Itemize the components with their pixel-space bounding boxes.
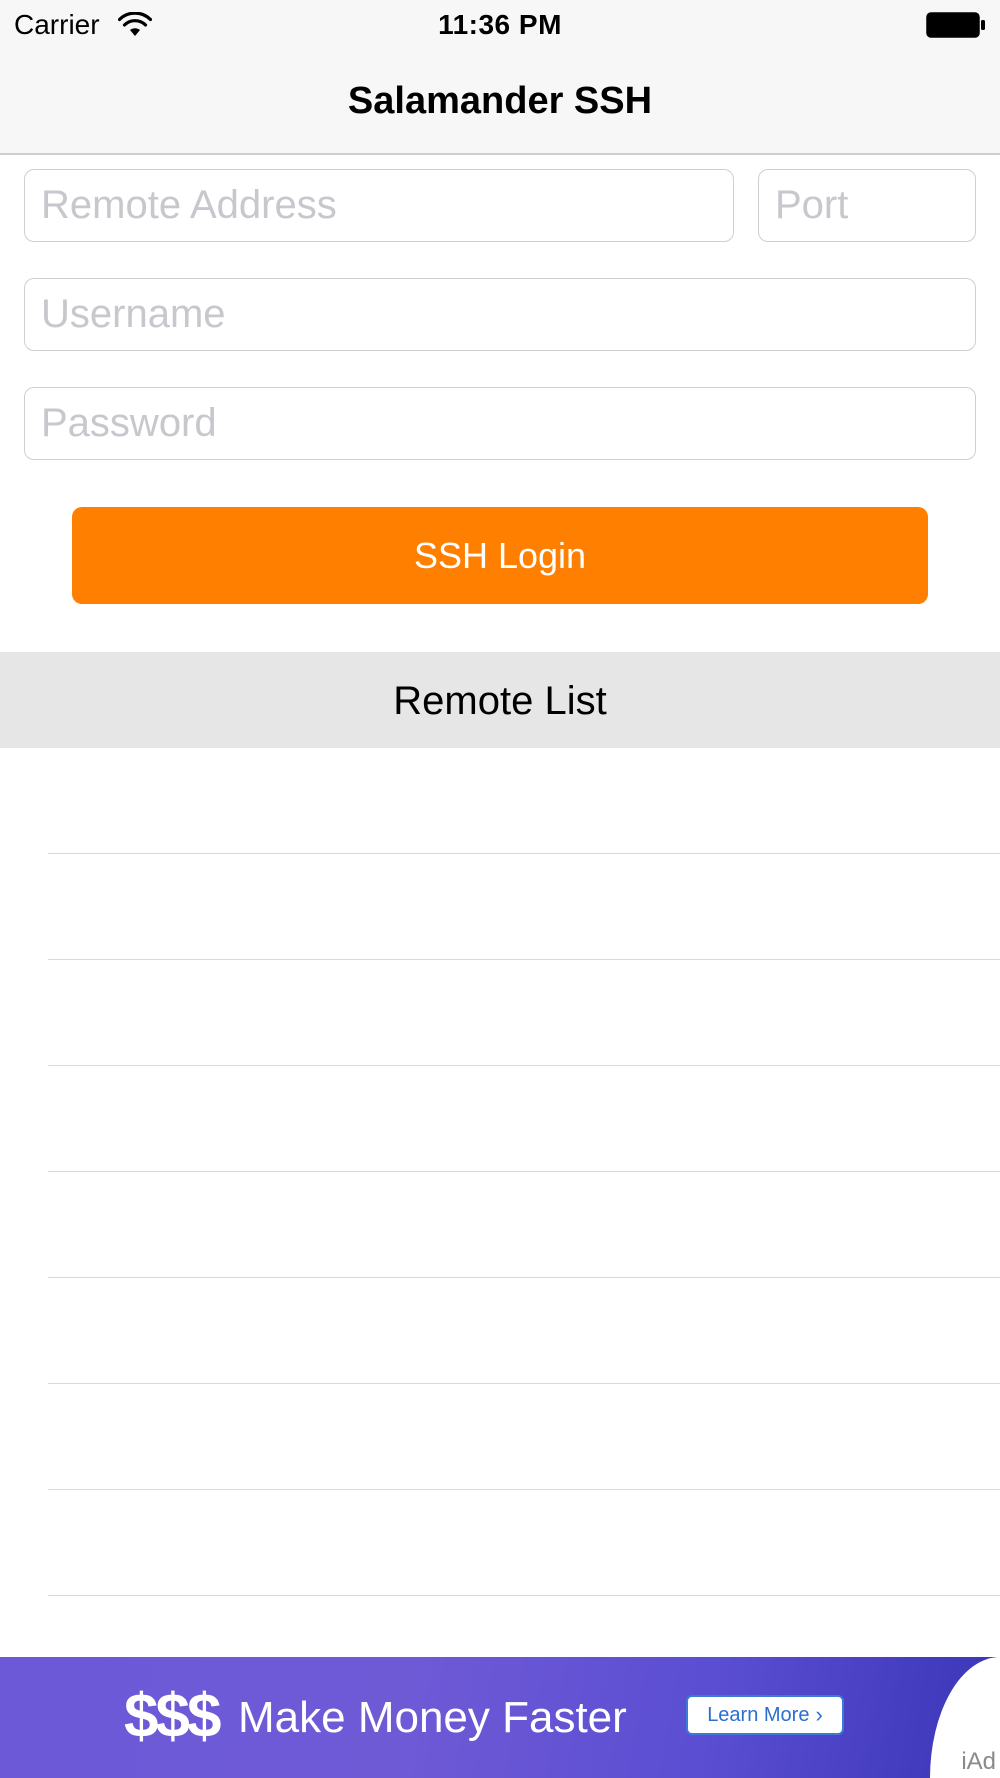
learn-more-button[interactable]: Learn More › [686, 1695, 844, 1735]
status-bar: Carrier 11:36 PM [0, 0, 1000, 52]
status-time: 11:36 PM [438, 9, 562, 40]
ssh-login-button[interactable]: SSH Login [72, 507, 928, 604]
ad-headline: Make Money Faster [238, 1693, 627, 1742]
row-divider [48, 1594, 1000, 1596]
list-item[interactable] [0, 1172, 1000, 1278]
remote-address-input[interactable] [24, 169, 734, 242]
list-item[interactable] [0, 1278, 1000, 1384]
iad-banner[interactable]: $$$ Make Money Faster Learn More › iAd [0, 1657, 1000, 1778]
list-item[interactable] [0, 854, 1000, 960]
username-input[interactable] [24, 278, 976, 351]
remote-list-title: Remote List [393, 679, 607, 723]
port-input[interactable] [758, 169, 976, 242]
password-input[interactable] [24, 387, 976, 460]
list-item[interactable] [0, 1066, 1000, 1172]
list-item[interactable] [0, 1384, 1000, 1490]
iad-badge: iAd [961, 1748, 996, 1775]
remote-list-header: Remote List [0, 652, 1000, 748]
ad-dollars-logo: $$$ [124, 1682, 221, 1751]
battery-icon [926, 12, 985, 38]
learn-more-label: Learn More [707, 1703, 810, 1726]
remote-list-table[interactable] [0, 748, 1000, 1657]
chevron-right-icon: › [815, 1702, 823, 1727]
list-item[interactable] [0, 1490, 1000, 1596]
navigation-bar: Salamander SSH [0, 52, 1000, 155]
list-item[interactable] [0, 960, 1000, 1066]
list-item[interactable] [0, 748, 1000, 854]
page-title: Salamander SSH [347, 80, 653, 122]
